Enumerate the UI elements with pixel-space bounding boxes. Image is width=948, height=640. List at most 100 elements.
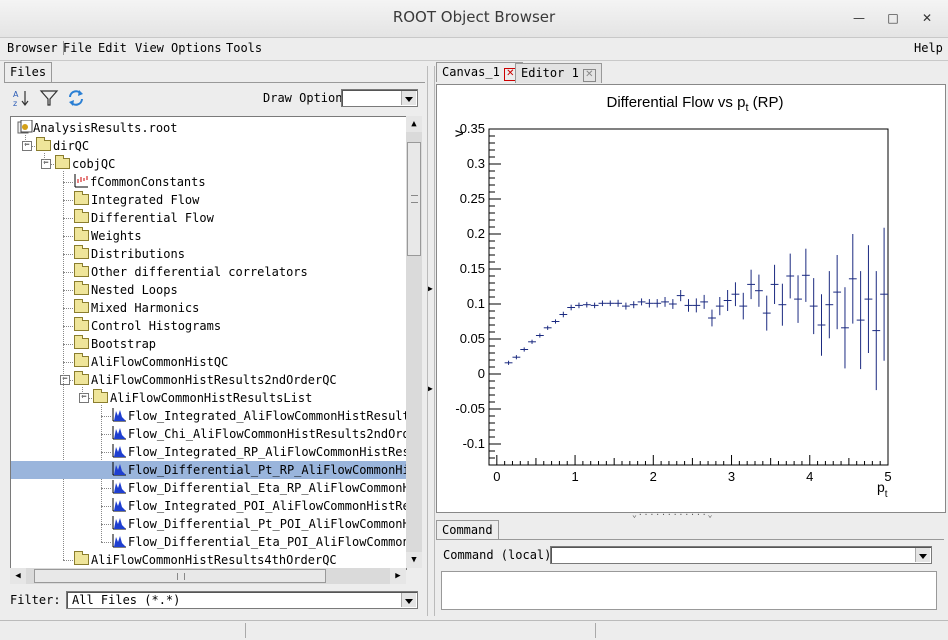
scrollbar-thumb[interactable] [407,142,421,256]
tree-connector [63,362,73,363]
tree-connector [63,171,64,560]
tree-node[interactable]: dirQC [36,137,89,155]
menu-file[interactable]: File [63,41,92,55]
tree-node[interactable]: Flow_Differential_Eta_POI_AliFlowCommonH… [112,533,406,551]
filter-icon[interactable] [39,88,59,108]
menu-help[interactable]: Help [914,41,943,55]
menu-edit[interactable]: Edit [98,41,127,55]
tree-node-label: Integrated Flow [91,193,200,207]
menu-browser[interactable]: Browser [7,41,64,55]
x-tick-label: 1 [571,469,578,484]
tree-node[interactable]: Flow_Differential_Pt_RP_AliFlowCommonHis… [11,461,406,479]
tree-node[interactable]: AliFlowCommonHistQC [74,353,228,371]
histogram-icon [112,444,126,458]
tree-connector [63,272,73,273]
x-tick-label: 0 [493,469,500,484]
tree-node[interactable]: Differential Flow [74,209,214,227]
command-output[interactable] [441,571,937,610]
tree-node[interactable]: AliFlowCommonHistResults2ndOrderQC [74,371,337,389]
profile-icon [74,174,88,188]
divider [4,82,425,83]
horizontal-splitter[interactable]: ⌄············⌄ [436,510,944,519]
collapse-icon[interactable]: − [79,393,89,403]
tree-node-label: AliFlowCommonHistResultsList [110,391,313,405]
histogram-icon [112,516,126,530]
tree-node[interactable]: cobjQC [55,155,115,173]
y-tick-label: 0.05 [460,331,485,346]
window-titlebar[interactable]: ROOT Object Browser — □ ✕ [0,0,948,38]
chevron-down-icon[interactable] [915,548,930,562]
tree-node[interactable]: Flow_Integrated_RP_AliFlowCommonHistResu… [112,443,406,461]
tab-command[interactable]: Command [436,520,499,540]
folder-icon [74,245,89,259]
tree-node[interactable]: Flow_Integrated_POI_AliFlowCommonHistRes… [112,497,406,515]
tree-node-label: cobjQC [72,157,116,171]
draw-option-label: Draw Option: [263,91,350,105]
tree-node[interactable]: Other differential correlators [74,263,308,281]
folder-icon [74,317,89,331]
plot-svg: Differential Flow vs pt (RP)vpt0 1 2 3 4 50.3… [450,94,892,500]
refresh-icon[interactable] [66,88,86,108]
tree-connector [63,290,73,291]
tree-connector [63,200,73,201]
tree-node[interactable]: Nested Loops [74,281,178,299]
tree-node[interactable]: Control Histograms [74,317,221,335]
tree-connector [63,218,73,219]
menu-options[interactable]: Options [171,41,222,55]
tree-node-label: Flow_Chi_AliFlowCommonHistResults2ndOrde… [128,427,406,441]
tab-canvas-label: Canvas_1 [442,65,500,79]
tree-connector [63,326,73,327]
filter-value: All Files (*.*) [72,593,181,607]
tree-node[interactable]: Weights [74,227,142,245]
draw-option-select[interactable] [341,89,418,107]
scrollbar-thumb-h[interactable] [34,569,326,583]
file-tree[interactable]: − − − − AnalysisResults.root dirQC cobjQC fCom… [10,116,407,570]
command-input[interactable] [550,546,932,564]
folder-icon [74,209,89,223]
tree-node[interactable]: Distributions [74,245,185,263]
vertical-splitter[interactable]: ▶ ▶ [427,66,435,616]
collapse-icon[interactable]: − [41,159,51,169]
scroll-up-icon[interactable]: ▲ [406,116,422,132]
scroll-down-icon[interactable]: ▼ [406,552,422,568]
chevron-down-icon[interactable] [401,91,416,105]
tree-node-label: AnalysisResults.root [33,121,178,135]
tree-node[interactable]: Flow_Integrated_AliFlowCommonHistResults… [112,407,406,425]
close-icon[interactable]: ✕ [582,69,596,82]
maximize-icon[interactable]: □ [884,9,902,27]
tree-vertical-scrollbar[interactable]: ▲ ▼ [406,116,422,568]
tree-node[interactable]: Flow_Differential_Pt_POI_AliFlowCommonHi… [112,515,406,533]
tab-files[interactable]: Files [4,62,53,82]
tree-node[interactable]: Flow_Differential_Eta_RP_AliFlowCommonHi… [112,479,406,497]
close-icon[interactable]: ✕ [918,9,936,27]
tree-node[interactable]: Bootstrap [74,335,156,353]
sort-az-icon[interactable]: Az [11,88,31,108]
tree-node[interactable]: Integrated Flow [74,191,199,209]
tree-node[interactable]: AnalysisResults.root [17,119,178,137]
histogram-icon [112,534,126,548]
collapse-icon[interactable]: − [60,375,70,385]
minimize-icon[interactable]: — [850,9,868,27]
tab-canvas[interactable]: Canvas_1 ✕ [436,62,523,82]
tree-node[interactable]: AliFlowCommonHistResultsList [93,389,312,407]
svg-text:A: A [13,90,19,99]
tree-horizontal-scrollbar[interactable]: ◀ ▶ [10,568,406,584]
scroll-right-icon[interactable]: ▶ [390,568,406,584]
tab-editor-label: Editor 1 [521,66,579,80]
canvas[interactable]: Differential Flow vs pt (RP) v pt 0 1 2 3 4 5 0.3… [436,84,946,513]
y-tick-label: 0.35 [460,121,485,136]
tree-node-label: Weights [91,229,142,243]
collapse-icon[interactable]: − [22,141,32,151]
tree-node[interactable]: Mixed Harmonics [74,299,199,317]
menu-tools[interactable]: Tools [226,41,262,55]
menu-view[interactable]: View [135,41,164,55]
tree-node[interactable]: Flow_Chi_AliFlowCommonHistResults2ndOrde… [112,425,406,443]
chevron-down-icon[interactable] [401,593,416,607]
tree-node[interactable]: AliFlowCommonHistResults4thOrderQC [74,551,337,569]
filter-select[interactable]: All Files (*.*) [66,591,418,609]
tree-connector [63,236,73,237]
tree-node-label: Flow_Differential_Eta_POI_AliFlowCommonH… [128,535,406,549]
tree-node[interactable]: fCommonConstants [74,173,206,191]
scroll-left-icon[interactable]: ◀ [10,568,26,584]
tab-editor[interactable]: Editor 1 ✕ [515,63,602,83]
